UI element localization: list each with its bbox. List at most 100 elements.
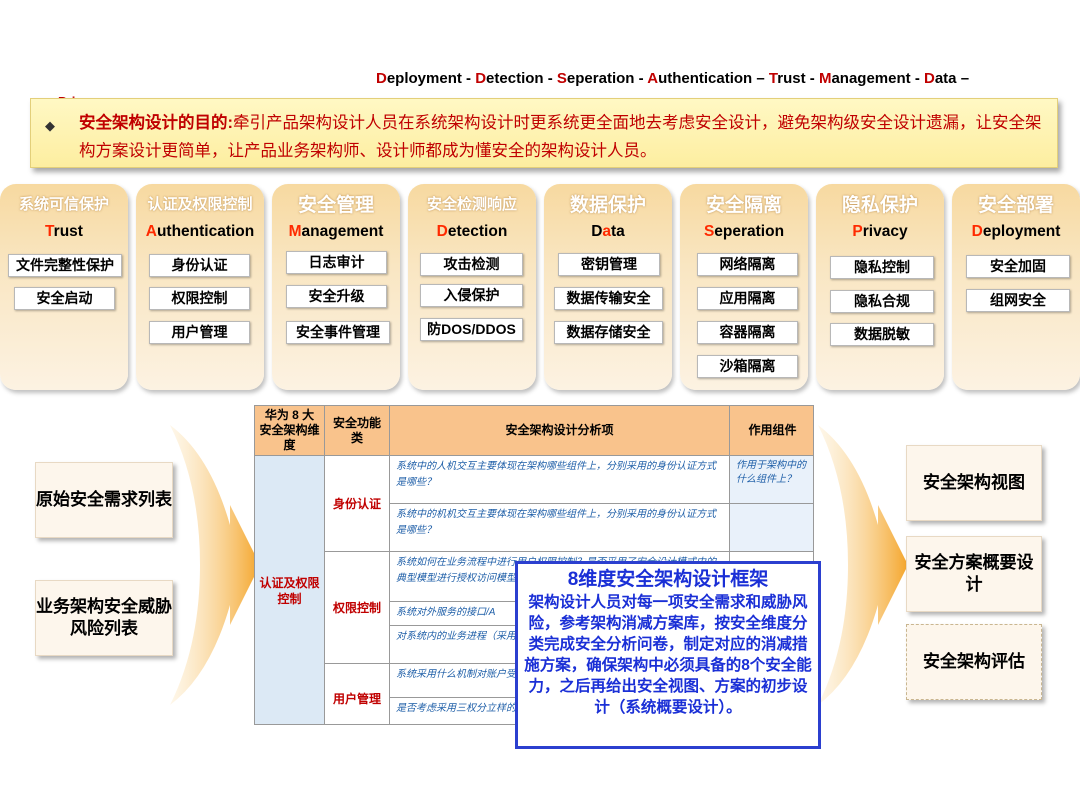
topline-initial: D (376, 70, 387, 87)
capability-item: 安全升级 (286, 285, 387, 308)
column-title: 数据保护 (569, 195, 646, 216)
column-seperation: 安全隔离 Seperation 网络隔离 应用隔离 容器隔离 沙箱隔离 (680, 184, 808, 390)
topline-sep: – (956, 70, 970, 87)
table-header-dimension: 华为 8 大安全架构维度 (255, 406, 325, 456)
capability-item: 入侵保护 (420, 284, 523, 307)
topline-initial: S (556, 70, 567, 87)
table-header-function: 安全功能类 (325, 406, 390, 456)
table-function-cell: 身份认证 (325, 456, 390, 552)
capability-item: 安全加固 (966, 255, 1070, 278)
capability-item: 应用隔离 (697, 287, 798, 310)
purpose-label: 安全架构设计的目的: (79, 114, 233, 132)
capability-item: 组网安全 (966, 289, 1070, 312)
column-english-rest: uthentication (156, 223, 255, 240)
capability-item: 密钥管理 (558, 253, 660, 276)
threat-risk-list-box: 业务架构安全威胁风险列表 (35, 580, 173, 656)
security-solution-outline-box: 安全方案概要设计 (906, 536, 1042, 612)
diamond-bullet-icon: ◆ (45, 118, 55, 133)
column-management: 安全管理 Management 日志审计 安全升级 安全事件管理 (272, 184, 400, 390)
left-converge-arrow-icon (170, 425, 260, 705)
capability-item: 数据脱敏 (830, 323, 934, 346)
column-detection: 安全检测响应 Detection 攻击检测 入侵保护 防DOS/DDOS (408, 184, 536, 390)
topline-sep: - (805, 70, 819, 87)
table-function-cell: 权限控制 (325, 552, 390, 664)
topline-initial: M (818, 70, 832, 87)
capability-item: 攻击检测 (420, 253, 523, 276)
column-english-rest: ta (611, 223, 625, 240)
column-title: 认证及权限控制 (147, 196, 253, 213)
capability-item: 隐私控制 (830, 256, 934, 279)
topline-initial: T (768, 70, 778, 87)
capability-item: 数据存储安全 (554, 321, 663, 344)
column-english-rest: anagement (301, 223, 384, 240)
capability-item: 沙箱隔离 (697, 355, 798, 378)
column-english-rest: eployment (982, 223, 1061, 240)
column-english-initial: M (288, 223, 302, 240)
table-component-cell: 作用于架构中的什么组件上？ (730, 456, 813, 504)
capability-item: 身份认证 (149, 254, 250, 277)
column-title: 安全检测响应 (426, 196, 517, 213)
table-header-analysis: 安全架构设计分析项 (390, 406, 730, 456)
column-title: 系统可信保护 (18, 196, 109, 213)
capability-item: 权限控制 (149, 287, 250, 310)
capability-item: 安全事件管理 (286, 321, 390, 344)
column-english-initial: T (45, 223, 54, 240)
capability-item: 容器隔离 (697, 321, 798, 344)
column-english-initial: D (436, 223, 448, 240)
table-dimension-cell: 认证及权限控制 (255, 456, 325, 724)
column-english: Data (544, 223, 672, 241)
column-english: Seperation (680, 223, 808, 241)
table-analysis-cell: 系统中的人机交互主要体现在架构哪些组件上，分别采用的身份认证方式是哪些？ (390, 456, 730, 504)
column-english: Privacy (816, 223, 944, 241)
column-english: Authentication (136, 223, 264, 241)
topline-word: uthentication (658, 70, 753, 87)
table-header-component: 作用组件 (730, 406, 813, 456)
topline-word: rust (777, 70, 806, 87)
column-authentication: 认证及权限控制 Authentication 身份认证 权限控制 用户管理 (136, 184, 264, 390)
column-english-initial: S (703, 223, 715, 240)
capability-item: 用户管理 (149, 321, 250, 344)
column-english: Deployment (952, 223, 1080, 241)
topline-initial: D (475, 70, 487, 87)
column-deployment: 安全部署 Deployment 安全加固 组网安全 (952, 184, 1080, 390)
framework-body: 架构设计人员对每一项安全需求和威胁风险，参考架构消减方案库，按安全维度分类完成安… (524, 594, 812, 716)
column-english-rest: etection (447, 223, 508, 240)
column-trust: 系统可信保护 Trust 文件完整性保护 安全启动 (0, 184, 128, 390)
column-english: Detection (408, 223, 536, 241)
column-english: Trust (0, 223, 128, 241)
purpose-banner: ◆ 安全架构设计的目的:牵引产品架构设计人员在系统架构设计时更系统更全面地去考虑… (30, 98, 1058, 168)
column-english-rest: rust (53, 223, 83, 240)
table-analysis-cell: 系统中的机机交互主要体现在架构哪些组件上，分别采用的身份认证方式是哪些？ (390, 504, 730, 552)
eight-dimension-columns: 系统可信保护 Trust 文件完整性保护 安全启动 认证及权限控制 Authen… (0, 184, 1080, 390)
framework-callout: 8维度安全架构设计框架 架构设计人员对每一项安全需求和威胁风险，参考架构消减方案… (515, 561, 821, 749)
capability-item: 日志审计 (286, 251, 387, 274)
column-english-initial: D (971, 223, 983, 240)
security-architecture-view-box: 安全架构视图 (906, 445, 1042, 521)
column-title: 安全管理 (297, 195, 374, 216)
column-data: 数据保护 Data 密钥管理 数据传输安全 数据存储安全 (544, 184, 672, 390)
column-english-mid: a (602, 223, 612, 240)
column-english-rest: rivacy (862, 223, 908, 240)
topline-word: anagement (831, 70, 911, 87)
topline-initial: A (647, 70, 659, 87)
capability-item: 隐私合规 (830, 290, 934, 313)
topline-sep: - (543, 70, 557, 87)
table-function-cell: 用户管理 (325, 664, 390, 724)
original-security-requirements-box: 原始安全需求列表 (35, 462, 173, 538)
dimension-acronym-line: Deployment - Detection - Seperation - Au… (376, 70, 969, 87)
topline-sep: - (634, 70, 648, 87)
column-english-initial: A (145, 223, 157, 240)
topline-word: eployment (386, 70, 462, 87)
capability-item: 文件完整性保护 (8, 254, 122, 277)
topline-word: etection (486, 70, 544, 87)
column-privacy: 隐私保护 Privacy 隐私控制 隐私合规 数据脱敏 (816, 184, 944, 390)
capability-item: 网络隔离 (697, 253, 798, 276)
column-title: 隐私保护 (841, 195, 918, 216)
topline-word: eperation (566, 70, 635, 87)
framework-title: 8维度安全架构设计框架 (567, 569, 769, 590)
security-architecture-assessment-box: 安全架构评估 (906, 624, 1042, 700)
column-title: 安全部署 (977, 195, 1054, 216)
column-english: Management (272, 223, 400, 241)
column-title: 安全隔离 (705, 195, 782, 216)
topline-sep: – (752, 70, 769, 87)
